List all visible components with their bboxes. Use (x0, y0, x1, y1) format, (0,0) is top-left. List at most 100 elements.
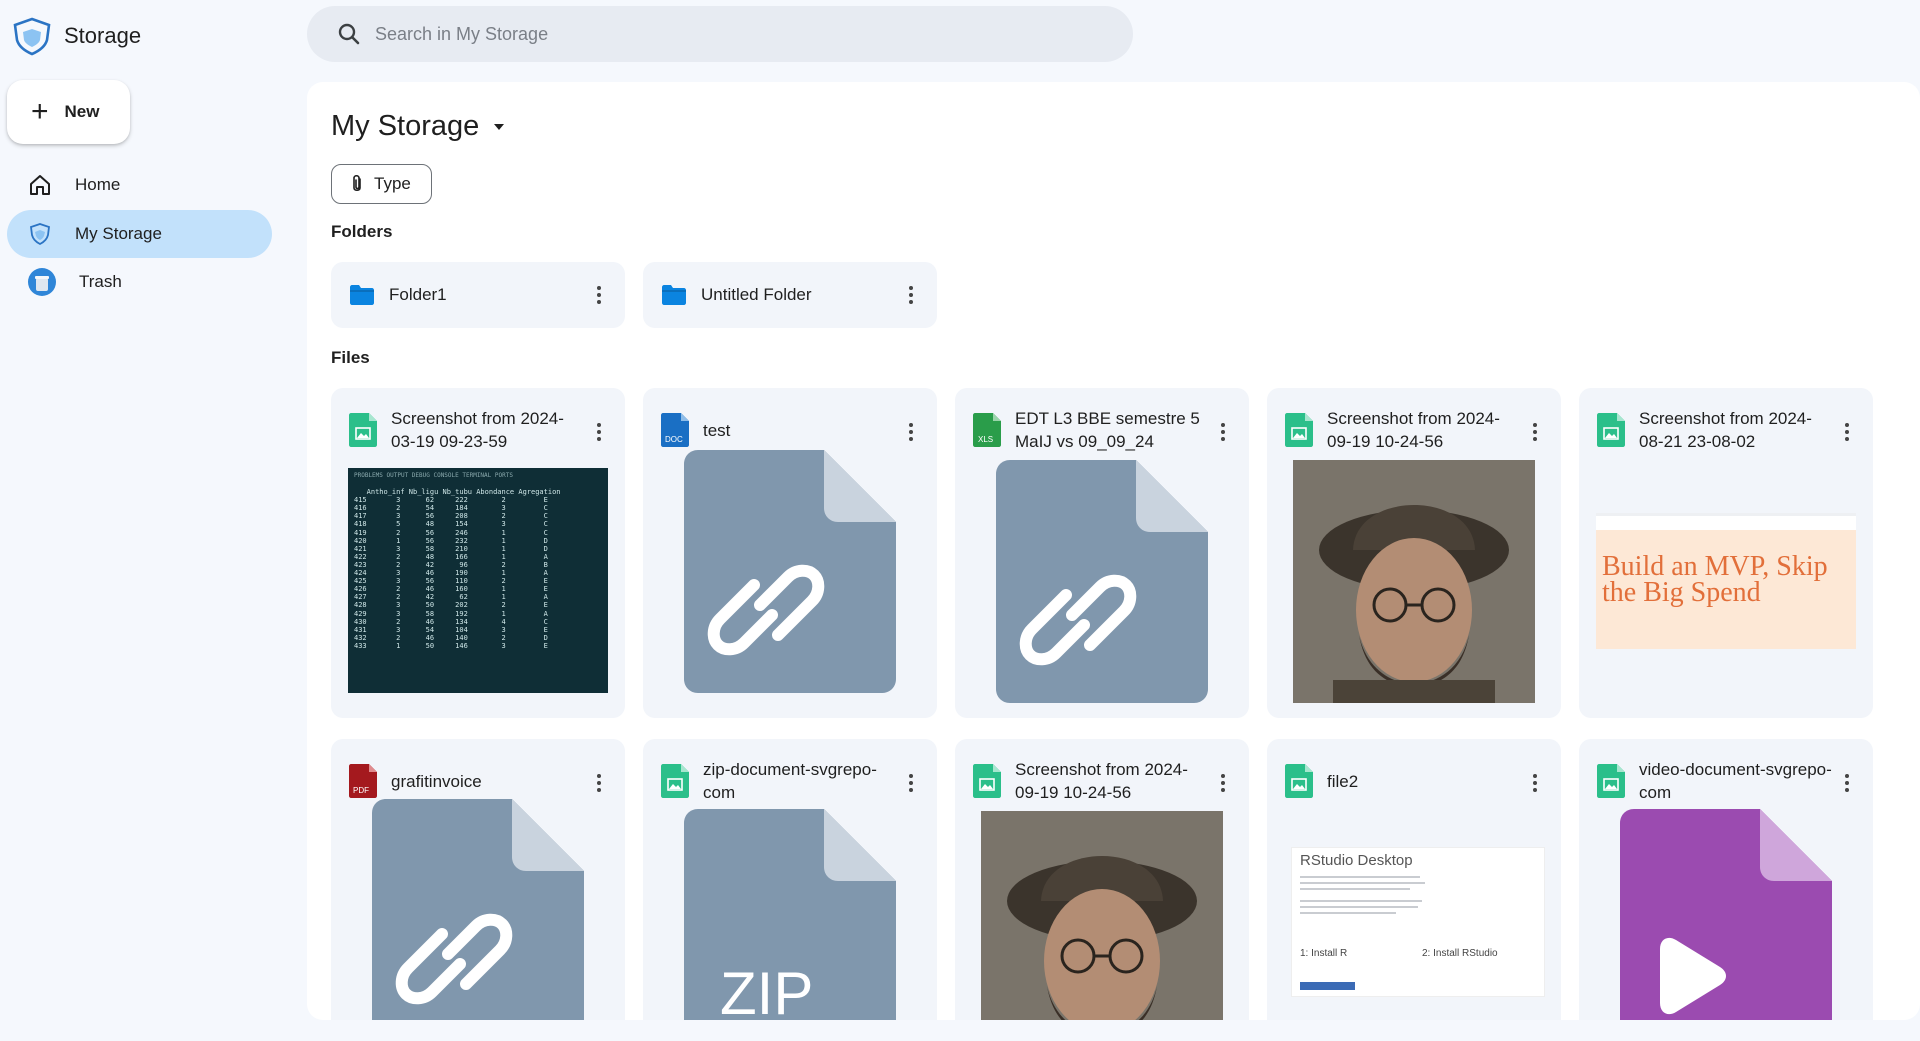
image-file-icon (973, 764, 1001, 798)
webpage-button (1300, 982, 1355, 990)
file-preview-webpage: Build an MVP, Skip the Big Spend (1596, 513, 1856, 649)
file-card[interactable]: Screenshot from 2024-08-21 23-08-02 Buil… (1579, 388, 1873, 718)
folder-icon (350, 285, 374, 305)
image-file-icon (1597, 764, 1625, 798)
file-card[interactable]: DOC test (643, 388, 937, 718)
image-file-icon (1285, 413, 1313, 447)
more-options-icon[interactable] (1215, 771, 1231, 795)
sidebar-item-home[interactable]: Home (7, 161, 272, 209)
files-heading: Files (331, 348, 370, 367)
more-options-icon[interactable] (1527, 420, 1543, 444)
folder-icon (662, 285, 686, 305)
file-name: EDT L3 BBE semestre 5 MaIJ vs 09_09_24 (1015, 409, 1200, 451)
file-card[interactable]: file2 RStudio Desktop 1: Install R 2: In… (1267, 739, 1561, 1020)
more-options-icon[interactable] (903, 771, 919, 795)
trash-icon (28, 268, 56, 296)
file-name: Screenshot from 2024-08-21 23-08-02 (1639, 409, 1812, 451)
search-bar[interactable] (307, 6, 1133, 62)
more-options-icon[interactable] (1839, 771, 1855, 795)
sidebar-item-label: Home (75, 175, 121, 194)
text-line (1300, 882, 1425, 884)
more-options-icon[interactable] (1839, 420, 1855, 444)
image-file-icon (349, 413, 377, 447)
portrait-photo-image (1293, 460, 1535, 703)
terminal-tabs: PROBLEMS OUTPUT DEBUG CONSOLE TERMINAL P… (354, 472, 513, 479)
attachment-document-icon (684, 450, 896, 693)
storage-title-dropdown[interactable]: My Storage (331, 110, 507, 143)
more-options-icon[interactable] (903, 283, 919, 307)
file-card[interactable]: video-document-svgrepo-com (1579, 739, 1873, 1020)
webpage-step: 2: Install RStudio (1422, 948, 1498, 959)
paperclip-icon (353, 174, 361, 192)
file-card[interactable]: Screenshot from 2024-03-19 09-23-59 PROB… (331, 388, 625, 718)
file-card-header: zip-document-svgrepo-com (661, 753, 897, 809)
more-options-icon[interactable] (1215, 420, 1231, 444)
zip-label: ZIP (720, 960, 813, 1020)
webpage-header (1596, 516, 1856, 530)
doc-file-icon: DOC (661, 413, 689, 447)
xls-file-icon: XLS (973, 413, 1001, 447)
file-card[interactable]: Screenshot from 2024-09-19 10-24-56 (1267, 388, 1561, 718)
plus-icon: + (31, 95, 49, 128)
brand-name: Storage (64, 23, 142, 48)
sidebar-item-label: My Storage (75, 224, 162, 243)
more-options-icon[interactable] (1527, 771, 1543, 795)
file-card[interactable]: Screenshot from 2024-09-19 10-24-56 (955, 739, 1249, 1020)
text-line (1300, 912, 1396, 914)
caret-down-icon (494, 123, 505, 130)
main-panel: My Storage Type Folders Folder1 Untitled… (307, 82, 1920, 1020)
folder-name: Folder1 (389, 285, 447, 304)
attachment-document-icon (996, 460, 1208, 703)
file-card-header: Screenshot from 2024-09-19 10-24-56 (1285, 402, 1521, 458)
type-filter-chip[interactable]: Type (331, 164, 432, 204)
page-title: My Storage (331, 110, 480, 142)
folder-item[interactable]: Untitled Folder (643, 262, 937, 328)
pdf-file-icon: PDF (349, 764, 377, 798)
file-card-header: Screenshot from 2024-09-19 10-24-56 (973, 753, 1209, 809)
file-preview: ZIP (660, 809, 920, 1020)
file-card-header: Screenshot from 2024-03-19 09-23-59 (349, 402, 585, 458)
new-button-label: New (64, 102, 100, 121)
shield-logo-icon (13, 17, 51, 56)
file-preview-webpage: RStudio Desktop 1: Install R 2: Install … (1291, 847, 1545, 997)
image-file-icon (1285, 764, 1313, 798)
text-line (1300, 906, 1418, 908)
folder-item[interactable]: Folder1 (331, 262, 625, 328)
search-icon (338, 23, 360, 45)
folder-name: Untitled Folder (701, 285, 812, 304)
sidebar-nav: Home My Storage Trash (7, 161, 272, 306)
file-name: file2 (1327, 771, 1359, 791)
more-options-icon[interactable] (591, 420, 607, 444)
file-name: Screenshot from 2024-09-19 10-24-56 (1015, 760, 1188, 802)
brand[interactable]: Storage (10, 16, 141, 56)
webpage-step: 1: Install R (1300, 948, 1348, 959)
video-document-icon (1620, 809, 1832, 1020)
file-preview (1596, 809, 1856, 1020)
file-preview (972, 460, 1232, 718)
webpage-title: RStudio Desktop (1300, 852, 1413, 869)
webpage-headline: Build an MVP, Skip the Big Spend (1602, 551, 1828, 608)
attachment-document-icon (372, 799, 584, 1020)
file-card[interactable]: XLS EDT L3 BBE semestre 5 MaIJ vs 09_09_… (955, 388, 1249, 718)
more-options-icon[interactable] (591, 283, 607, 307)
file-card-header: file2 (1285, 753, 1521, 809)
more-options-icon[interactable] (591, 771, 607, 795)
file-name: Screenshot from 2024-09-19 10-24-56 (1327, 409, 1500, 451)
search-input[interactable] (375, 23, 1075, 45)
storage-icon (30, 223, 50, 246)
sidebar-item-trash[interactable]: Trash (7, 258, 272, 306)
file-name: Screenshot from 2024-03-19 09-23-59 (391, 409, 564, 451)
file-card[interactable]: PDF grafitinvoice (331, 739, 625, 1020)
folders-heading: Folders (331, 222, 393, 241)
new-button[interactable]: + New (7, 80, 130, 144)
portrait-photo-image (981, 811, 1223, 1020)
file-name: zip-document-svgrepo-com (703, 760, 877, 802)
more-options-icon[interactable] (903, 420, 919, 444)
text-line (1300, 888, 1410, 890)
file-card-header: XLS EDT L3 BBE semestre 5 MaIJ vs 09_09_… (973, 402, 1209, 458)
home-icon (30, 175, 50, 195)
file-card-header: video-document-svgrepo-com (1597, 753, 1833, 809)
text-line (1300, 900, 1422, 902)
file-card[interactable]: zip-document-svgrepo-com ZIP (643, 739, 937, 1020)
sidebar-item-my-storage[interactable]: My Storage (7, 210, 272, 258)
